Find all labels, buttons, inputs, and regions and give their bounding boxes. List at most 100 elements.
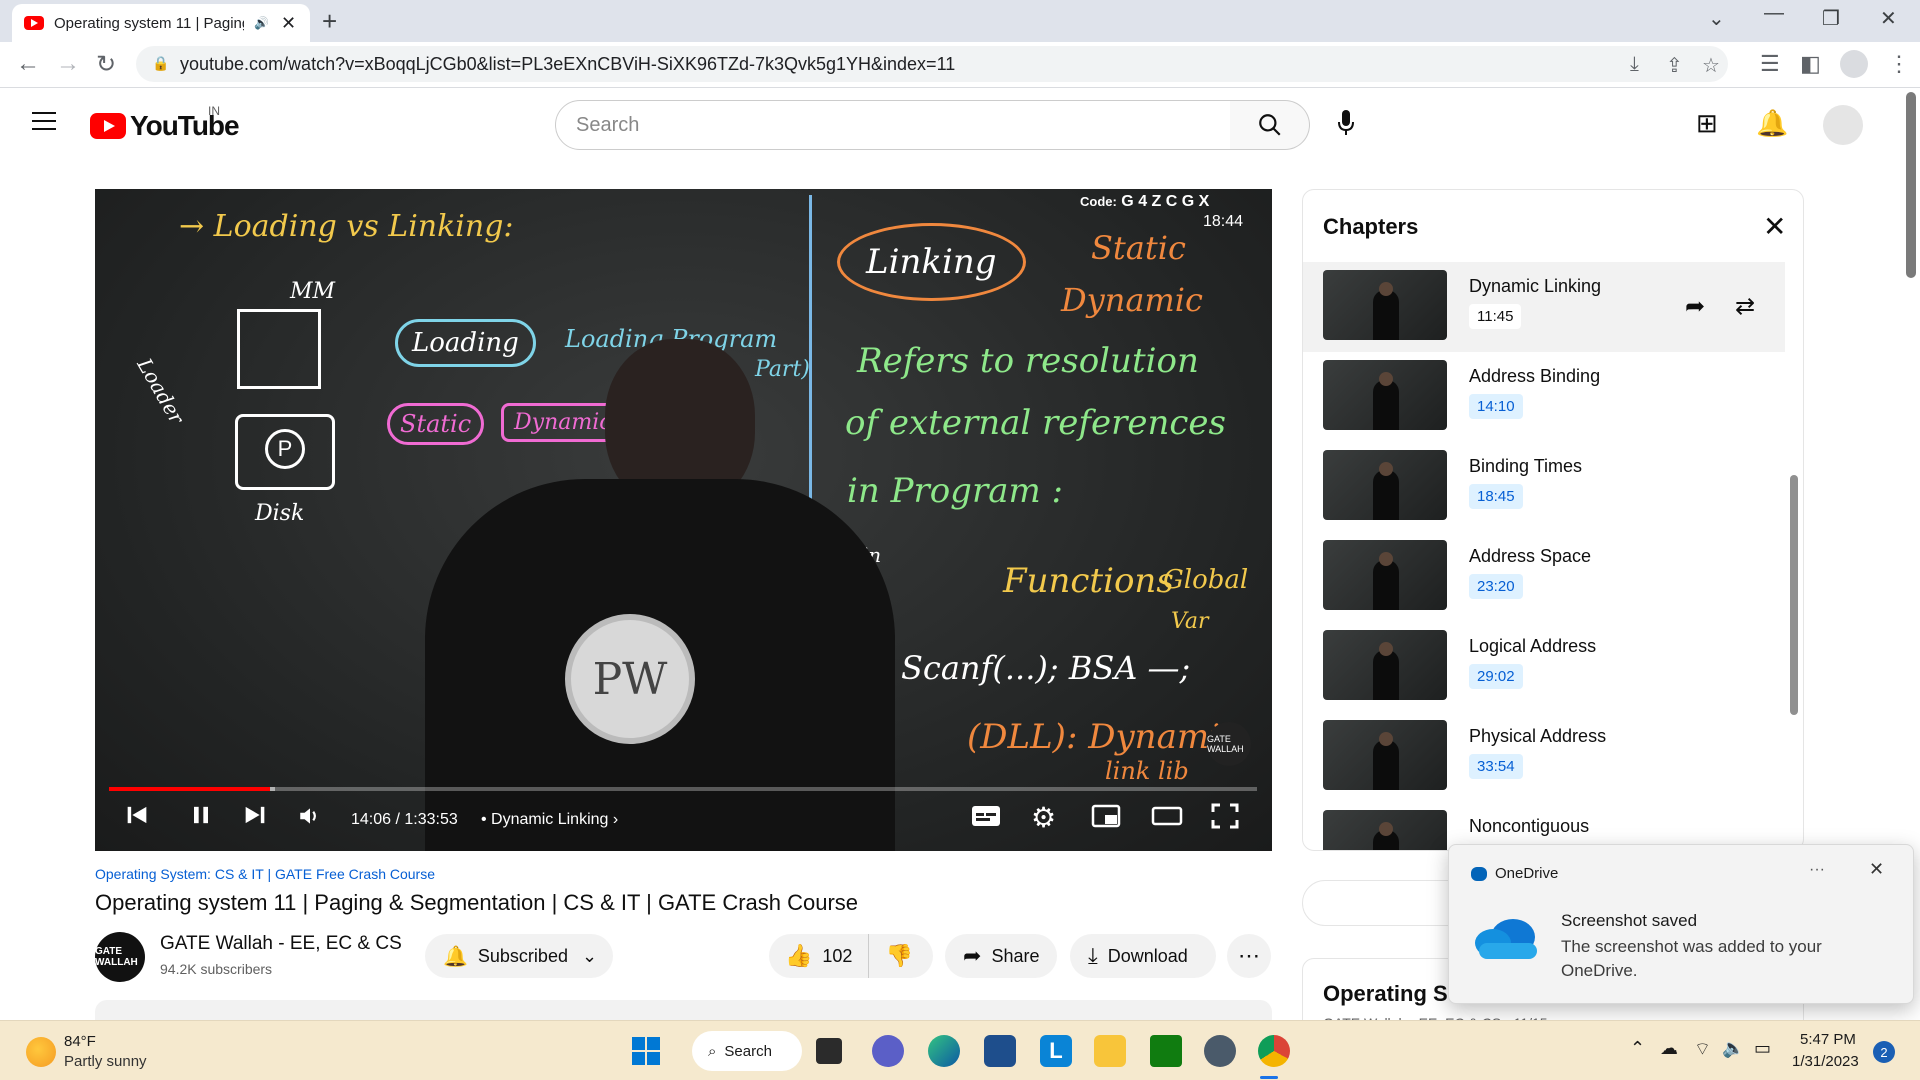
chapter-item[interactable]: Address Binding 14:10 [1303,352,1785,442]
miniplayer-button[interactable] [1091,803,1121,834]
weather-sun-icon[interactable] [26,1037,56,1067]
chapter-time: 33:54 [1469,754,1523,779]
chrome-menu-icon[interactable]: ⋮ [1888,51,1910,77]
chalk-link-lib: link lib [1105,757,1189,785]
chapter-thumbnail [1323,450,1447,520]
speaker-icon[interactable]: 🔊 [254,16,269,30]
new-tab-button[interactable]: + [322,6,337,37]
search-input[interactable]: Search [555,100,1231,150]
previous-button[interactable] [123,801,151,834]
region-code: IN [208,104,220,118]
teams-chat-icon[interactable] [872,1035,904,1067]
chapter-item[interactable]: Physical Address 33:54 [1303,712,1785,802]
reload-icon[interactable]: ↻ [96,50,116,79]
tray-chevron-up-icon[interactable]: ⌃ [1630,1038,1645,1059]
hamburger-menu-icon[interactable] [32,112,56,130]
search-button[interactable] [1230,100,1310,150]
lock-icon[interactable]: 🔒 [152,55,169,72]
share-page-icon[interactable]: ⇪ [1666,53,1683,78]
browser-tab[interactable]: Operating system 11 | Paging 🔊 ✕ [12,4,310,42]
chalk-disk: Disk [255,501,305,526]
volume-button[interactable] [297,803,323,834]
search-icon: ⌕ [708,1042,717,1060]
chapter-time: 14:10 [1469,394,1523,419]
chalk-linking: Linking [837,223,1026,301]
playlist-panel-title[interactable]: Operating S [1323,981,1448,1007]
page-scrollbar[interactable] [1906,92,1916,278]
install-icon[interactable]: ⤓ [1630,53,1639,76]
restore-icon[interactable]: ❐ [1822,6,1840,31]
voice-search-button[interactable] [1334,108,1358,142]
share-chapter-icon[interactable]: ➦ [1685,292,1705,321]
onedrive-notification[interactable]: OneDrive ··· ✕ Screenshot saved The scre… [1448,844,1914,1004]
launcher-l-icon[interactable]: L [1040,1035,1072,1067]
xbox-icon[interactable] [1150,1035,1182,1067]
forward-arrow-icon[interactable]: → [56,50,80,78]
weather-description[interactable]: Partly sunny [64,1053,147,1070]
minimize-icon[interactable]: — [1764,2,1784,25]
file-explorer-icon[interactable] [1094,1035,1126,1067]
channel-avatar[interactable]: GATE WALLAH [95,932,145,982]
more-actions-button[interactable]: ⋯ [1227,934,1271,978]
clock-date[interactable]: 1/31/2023 [1792,1053,1859,1070]
theater-mode-button[interactable] [1151,803,1183,834]
fullscreen-button[interactable] [1211,803,1239,834]
start-button[interactable] [630,1035,662,1067]
create-video-icon[interactable]: ⊞ [1696,108,1718,139]
back-arrow-icon[interactable]: ← [16,50,40,78]
side-panel-icon[interactable]: ◧ [1800,51,1821,77]
edge-browser-icon[interactable] [928,1035,960,1067]
chapter-item[interactable]: Binding Times 18:45 [1303,442,1785,532]
chevron-down-icon: ⌄ [581,945,598,966]
chapters-close-icon[interactable]: ✕ [1763,210,1786,243]
progress-bar[interactable] [109,787,1257,791]
speaker-tray-icon[interactable]: 🔈 [1722,1038,1744,1059]
subscribed-button[interactable]: 🔔 Subscribed ⌄ [425,934,613,978]
window-close-icon[interactable]: ✕ [1880,6,1897,31]
like-button[interactable]: 👍 102 [769,934,870,978]
notification-close-icon[interactable]: ✕ [1869,859,1884,880]
playlist-link[interactable]: Operating System: CS & IT | GATE Free Cr… [95,866,435,882]
store-icon[interactable] [984,1035,1016,1067]
chapters-scrollbar[interactable] [1790,475,1798,715]
notification-badge[interactable]: 2 [1873,1041,1895,1063]
current-chapter-button[interactable]: • Dynamic Linking › [481,811,618,829]
chrome-taskbar-icon[interactable] [1258,1035,1290,1067]
bookmark-star-icon[interactable]: ☆ [1702,53,1720,78]
chevron-right-icon: › [612,811,619,828]
clock-time[interactable]: 5:47 PM [1800,1031,1856,1048]
wifi-icon[interactable]: ⌔ [1694,1038,1711,1061]
tab-search-chevron-icon[interactable]: ⌄ [1708,6,1725,31]
onedrive-cloud-icon [1475,919,1537,959]
address-bar[interactable]: 🔒 youtube.com/watch?v=xBoqqLjCGb0&list=P… [136,46,1728,82]
notification-more-icon[interactable]: ··· [1809,861,1825,879]
onedrive-small-icon [1471,867,1487,881]
account-avatar[interactable] [1823,105,1863,145]
tab-close-icon[interactable]: ✕ [281,13,296,34]
dislike-button[interactable]: 👎 [869,934,928,978]
reading-list-icon[interactable]: ☰ [1760,51,1780,77]
chapter-time: 23:20 [1469,574,1523,599]
task-view-icon[interactable] [816,1038,842,1064]
video-player[interactable]: → Loading vs Linking: MM Loader P Disk L… [95,189,1272,851]
chrome-profile-avatar[interactable] [1840,50,1868,78]
update-app-icon[interactable] [1204,1035,1236,1067]
taskbar-search[interactable]: ⌕ Search [692,1031,802,1071]
battery-icon[interactable]: ▭ [1754,1038,1771,1059]
download-button[interactable]: ⤓ Download [1070,934,1216,978]
settings-gear-icon[interactable]: ⚙ [1031,801,1056,834]
pause-button[interactable] [187,801,215,834]
channel-name[interactable]: GATE Wallah - EE, EC & CS [160,933,402,955]
subtitles-button[interactable] [971,803,1001,834]
youtube-favicon-icon [24,16,44,30]
notifications-bell-icon[interactable]: 🔔 [1756,108,1788,139]
share-button[interactable]: ➦ Share [945,934,1057,978]
weather-temperature[interactable]: 84°F [64,1033,96,1050]
chapter-time: 29:02 [1469,664,1523,689]
onedrive-tray-icon[interactable]: ☁ [1660,1038,1678,1059]
chapter-item[interactable]: Address Space 23:20 [1303,532,1785,622]
chapter-item[interactable]: Dynamic Linking 11:45 ➦ ⇄ [1303,262,1785,352]
chapter-item[interactable]: Logical Address 29:02 [1303,622,1785,712]
repeat-icon[interactable]: ⇄ [1735,292,1755,321]
next-button[interactable] [241,801,269,834]
